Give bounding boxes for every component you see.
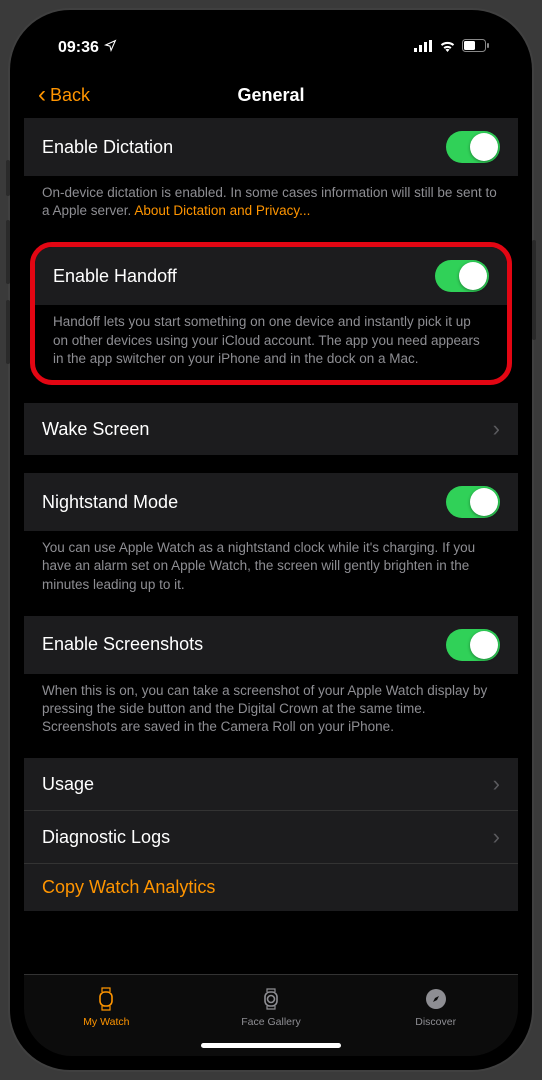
tab-face-gallery[interactable]: Face Gallery	[189, 975, 354, 1038]
wake-screen-row[interactable]: Wake Screen ›	[24, 403, 518, 455]
screenshots-row[interactable]: Enable Screenshots	[24, 616, 518, 674]
cell-label: Enable Handoff	[53, 266, 177, 287]
battery-icon	[462, 39, 490, 57]
wifi-icon	[439, 39, 456, 57]
cell-label: Diagnostic Logs	[42, 827, 170, 848]
enable-dictation-row[interactable]: Enable Dictation	[24, 118, 518, 176]
screenshots-footer: When this is on, you can take a screensh…	[24, 674, 518, 741]
dictation-footer: On-device dictation is enabled. In some …	[24, 176, 518, 224]
tab-label: Discover	[415, 1016, 456, 1028]
cell-label: Usage	[42, 774, 94, 795]
face-gallery-icon	[258, 986, 284, 1012]
cell-label: Enable Dictation	[42, 137, 173, 158]
usage-row[interactable]: Usage ›	[24, 758, 518, 811]
page-title: General	[237, 85, 304, 106]
tab-label: Face Gallery	[241, 1016, 301, 1028]
nightstand-row[interactable]: Nightstand Mode	[24, 473, 518, 531]
chevron-right-icon: ›	[493, 771, 500, 797]
location-icon	[104, 39, 117, 57]
status-time: 09:36	[58, 39, 99, 57]
back-label: Back	[50, 85, 90, 106]
nightstand-footer: You can use Apple Watch as a nightstand …	[24, 531, 518, 598]
handoff-toggle[interactable]	[435, 260, 489, 292]
tab-my-watch[interactable]: My Watch	[24, 975, 189, 1038]
compass-icon	[423, 986, 449, 1012]
handoff-highlight: Enable Handoff Handoff lets you start so…	[30, 242, 512, 385]
home-indicator[interactable]	[201, 1043, 341, 1048]
tab-label: My Watch	[83, 1016, 129, 1028]
screenshots-toggle[interactable]	[446, 629, 500, 661]
back-button[interactable]: ‹ Back	[38, 83, 90, 107]
chevron-right-icon: ›	[493, 416, 500, 442]
cell-label: Wake Screen	[42, 419, 149, 440]
chevron-right-icon: ›	[493, 824, 500, 850]
copy-analytics-row[interactable]: Copy Watch Analytics	[24, 864, 518, 911]
enable-handoff-row[interactable]: Enable Handoff	[35, 247, 507, 305]
watch-icon	[93, 986, 119, 1012]
tab-discover[interactable]: Discover	[353, 975, 518, 1038]
dictation-toggle[interactable]	[446, 131, 500, 163]
chevron-left-icon: ‹	[38, 83, 46, 107]
cell-label: Nightstand Mode	[42, 492, 178, 513]
dictation-privacy-link[interactable]: About Dictation and Privacy...	[134, 203, 310, 218]
nav-bar: ‹ Back General	[24, 72, 518, 118]
cell-label: Copy Watch Analytics	[42, 877, 215, 898]
cell-label: Enable Screenshots	[42, 634, 203, 655]
handoff-footer: Handoff lets you start something on one …	[35, 305, 507, 380]
nightstand-toggle[interactable]	[446, 486, 500, 518]
signal-icon	[414, 39, 433, 57]
diagnostic-logs-row[interactable]: Diagnostic Logs ›	[24, 811, 518, 864]
